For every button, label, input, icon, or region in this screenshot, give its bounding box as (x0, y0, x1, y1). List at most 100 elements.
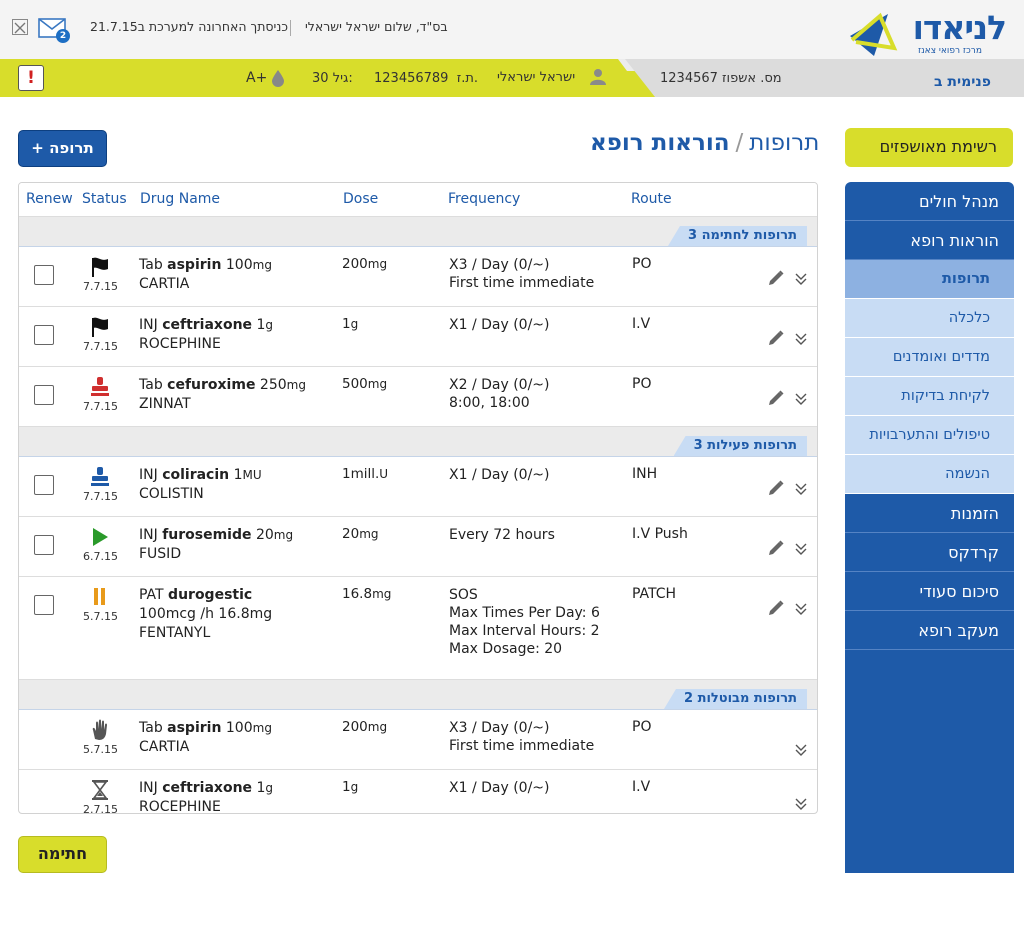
drug-form: INJ (139, 467, 158, 483)
sidebar-item[interactable]: תרופות (845, 260, 1014, 299)
frequency-line: X1 / Day (0/~) (449, 317, 550, 333)
drug-name: INJ coliracin 1MU COLISTIN (139, 466, 262, 504)
expand-chevron-icon[interactable] (795, 271, 807, 285)
close-icon[interactable] (12, 19, 28, 35)
dose-unit: mg (367, 377, 388, 391)
drug-brand: ZINNAT (139, 396, 191, 412)
sidebar-item[interactable]: כלכלה (845, 299, 1014, 338)
group-header: 2 תרופות מבוטלות (19, 680, 817, 710)
sidebar-item[interactable]: לקיחת בדיקות (845, 377, 1014, 416)
sidebar-item[interactable]: קרדקס (845, 533, 1014, 572)
table-row: 6.7.15 INJ furosemide 20mg FUSID 20mg Every … (19, 517, 817, 577)
frequency-line: Max Times Per Day: 6 (449, 605, 600, 621)
column-dose[interactable]: Dose (343, 191, 378, 207)
alert-button[interactable]: ! (18, 65, 44, 91)
sidebar-item[interactable]: הזמנות (845, 494, 1014, 533)
dose-unit: mg (367, 720, 388, 734)
sidebar-item[interactable]: מעקב רופא (845, 611, 1014, 650)
expand-chevron-icon[interactable] (795, 601, 807, 615)
dose-amount: 1mill. (342, 466, 380, 482)
stamp-blue-icon (89, 466, 111, 488)
edit-pencil-icon[interactable] (767, 329, 785, 347)
edit-pencil-icon[interactable] (767, 539, 785, 557)
drug-name: Tab aspirin 100mg CARTIA (139, 256, 272, 294)
column-frequency[interactable]: Frequency (448, 191, 520, 207)
drug-form: INJ (139, 780, 158, 796)
sidebar-item[interactable]: הוראות רופא (845, 221, 1014, 260)
group-label: 3 תרופות לחתימה (667, 226, 807, 246)
drug-brand: CARTIA (139, 276, 190, 292)
drug-form: INJ (139, 527, 158, 543)
sidebar-item[interactable]: טיפולים והתערבויות (845, 416, 1014, 455)
patient-id-label: ת.ז. (456, 71, 479, 86)
sidebar-item[interactable]: מדדים ואומדנים (845, 338, 1014, 377)
route-value: PO (632, 719, 652, 735)
hourglass-icon (89, 779, 111, 801)
renew-checkbox[interactable] (34, 595, 54, 615)
expand-chevron-icon[interactable] (795, 742, 807, 756)
column-drug-name[interactable]: Drug Name (140, 191, 220, 207)
renew-checkbox[interactable] (34, 385, 54, 405)
column-status[interactable]: Status (82, 191, 127, 207)
table-row: 2.7.15 INJ ceftriaxone 1g ROCEPHINE 1g X1 / … (19, 770, 817, 814)
status-date: 6.7.15 (83, 550, 118, 563)
group-label: 2 תרופות מבוטלות (663, 689, 807, 709)
ward-name: פנימית ב (934, 74, 991, 90)
edit-pencil-icon[interactable] (767, 479, 785, 497)
frequency: Every 72 hours (449, 526, 555, 544)
drug-form: INJ (139, 317, 158, 333)
patient-age: 30 גיל: (312, 71, 353, 86)
sidebar-item[interactable]: סיכום סעודי (845, 572, 1014, 611)
sidebar-item[interactable]: הנשמה (845, 455, 1014, 494)
status-date: 7.7.15 (83, 340, 118, 353)
drug-name: INJ ceftriaxone 1g ROCEPHINE (139, 316, 273, 354)
renew-checkbox[interactable] (34, 265, 54, 285)
renew-checkbox[interactable] (34, 535, 54, 555)
dose-value: 500mg (342, 376, 387, 392)
expand-chevron-icon[interactable] (795, 541, 807, 555)
status-date: 5.7.15 (83, 610, 118, 623)
sidebar-item[interactable]: מנהל חולים (845, 182, 1014, 221)
edit-pencil-icon[interactable] (767, 599, 785, 617)
edit-pencil-icon[interactable] (767, 269, 785, 287)
column-route[interactable]: Route (631, 191, 672, 207)
route-value: PO (632, 256, 652, 272)
title-separator: / (735, 130, 744, 156)
drug-name: Tab cefuroxime 250mg ZINNAT (139, 376, 306, 414)
expand-chevron-icon[interactable] (795, 391, 807, 405)
frequency-line: Max Interval Hours: 2 (449, 623, 600, 639)
column-renew[interactable]: Renew (26, 191, 73, 207)
frequency-line: SOS (449, 587, 478, 603)
route-value: INH (632, 466, 658, 482)
expand-chevron-icon[interactable] (795, 331, 807, 345)
drug-brand: ROCEPHINE (139, 799, 221, 814)
drug-strength-unit: g (265, 318, 274, 332)
dose-unit: g (350, 780, 359, 794)
user-icon (590, 69, 606, 85)
frequency: SOS Max Times Per Day: 6 Max Interval Hour… (449, 586, 600, 658)
drug-generic: ceftriaxone (162, 780, 253, 796)
frequency-line: Every 72 hours (449, 527, 555, 543)
sign-button[interactable]: חתימה (18, 836, 107, 873)
group-label: 3 תרופות פעילות (673, 436, 807, 456)
status-date: 5.7.15 (83, 743, 118, 756)
dose-value: 20mg (342, 526, 379, 542)
dose-amount: 500 (342, 376, 368, 392)
expand-chevron-icon[interactable] (795, 481, 807, 495)
renew-checkbox[interactable] (34, 325, 54, 345)
logo-subtitle: מרכז רפואי צאנז (917, 46, 982, 56)
hand-icon (89, 719, 111, 741)
table-row: 7.7.15 Tab cefuroxime 250mg ZINNAT 500mg X2 … (19, 367, 817, 427)
add-drug-button[interactable]: + תרופה (18, 130, 107, 167)
admitted-list-button[interactable]: רשימת מאושפזים (845, 128, 1013, 167)
patient-id-value: 123456789 (374, 71, 449, 86)
renew-checkbox[interactable] (34, 475, 54, 495)
drug-name: INJ furosemide 20mg FUSID (139, 526, 293, 564)
frequency-line: X3 / Day (0/~) (449, 720, 550, 736)
frequency-line: X2 / Day (0/~) (449, 377, 550, 393)
edit-pencil-icon[interactable] (767, 389, 785, 407)
patient-age-label: גיל: (332, 71, 353, 86)
status-date: 2.7.15 (83, 803, 118, 814)
expand-chevron-icon[interactable] (795, 796, 807, 810)
drug-strength-line: 100mcg /h 16.8mg (139, 606, 273, 622)
